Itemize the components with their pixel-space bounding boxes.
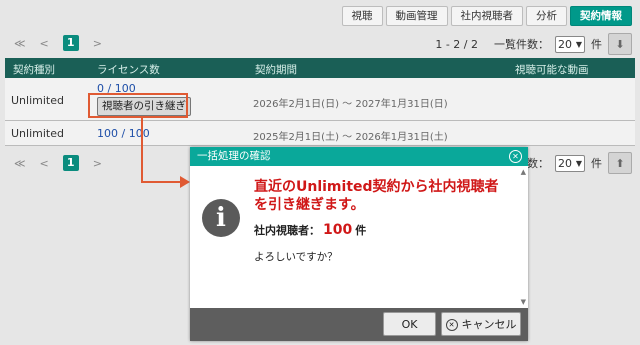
page-info-top: 1 - 2 / 2 一覧件数： 20 ▼ 件 ⬇ <box>435 33 632 55</box>
dialog-question: よろしいですか？ <box>254 251 338 263</box>
pager-next-button[interactable]: > <box>93 37 102 50</box>
contract-period: 2025年2月1日(土) ～ 2026年1月31日(土) <box>253 132 448 143</box>
contract-type: Unlimited <box>11 127 64 140</box>
cancel-icon: ✕ <box>445 319 458 331</box>
tab-analytics[interactable]: 分析 <box>526 6 567 26</box>
callout-line-horizontal <box>141 181 181 183</box>
dialog-headline: 直近のUnlimited契約から社内視聴者を引き継ぎます。 <box>254 179 499 213</box>
per-page-value: 20 <box>558 37 572 51</box>
table-header: 契約種別 ライセンス数 契約期間 視聴可能な動画 <box>5 58 635 78</box>
pager-first-button[interactable]: ≪ <box>14 37 26 50</box>
pager-next-button[interactable]: > <box>93 157 102 170</box>
callout-arrow-icon <box>180 176 190 188</box>
tab-view[interactable]: 視聴 <box>341 6 383 26</box>
tab-contract-info[interactable]: 契約情報 <box>570 6 632 26</box>
contract-type: Unlimited <box>11 94 64 107</box>
info-icon: i <box>202 199 240 237</box>
pager-first-button[interactable]: ≪ <box>14 157 26 170</box>
viewer-count-label: 社内視聴者： <box>254 224 320 237</box>
cancel-label: キャンセル <box>461 318 517 331</box>
contract-period: 2026年2月1日(日) ～ 2027年1月31日(日) <box>253 99 448 110</box>
pager-prev-button[interactable]: < <box>40 157 49 170</box>
viewer-count-line: 社内視聴者： 100 件 <box>254 222 366 238</box>
dialog-footer: OK ✕ キャンセル <box>190 308 528 341</box>
arrow-down-icon[interactable]: ⬇ <box>608 33 632 55</box>
per-page-label: 一覧件数： <box>494 38 549 51</box>
scroll-down-icon[interactable]: ▼ <box>521 298 526 306</box>
dialog-titlebar: 一括処理の確認 ✕ <box>190 147 528 166</box>
pager-page-1[interactable]: 1 <box>62 35 79 51</box>
col-period: 契約期間 <box>255 64 297 76</box>
viewer-count-unit: 件 <box>355 224 367 237</box>
per-page-unit: 件 <box>591 157 602 170</box>
per-page-unit: 件 <box>591 38 602 51</box>
scroll-up-icon[interactable]: ▲ <box>521 168 526 176</box>
col-viewable-videos: 視聴可能な動画 <box>515 64 589 76</box>
ok-button[interactable]: OK <box>383 312 436 336</box>
per-page-select[interactable]: 20 ▼ <box>555 35 585 53</box>
chevron-down-icon: ▼ <box>575 39 582 49</box>
result-range: 1 - 2 / 2 <box>435 37 478 51</box>
top-tab-bar: 視聴 動画管理 社内視聴者 分析 契約情報 <box>341 6 632 26</box>
col-contract-type: 契約種別 <box>13 64 55 76</box>
close-icon[interactable]: ✕ <box>509 150 522 163</box>
chevron-down-icon: ▼ <box>575 158 582 168</box>
confirm-dialog: 一括処理の確認 ✕ i 直近のUnlimited契約から社内視聴者を引き継ぎます… <box>190 147 528 341</box>
per-page-select[interactable]: 20 ▼ <box>555 154 585 172</box>
table-row: Unlimited 100 / 100 2025年2月1日(土) ～ 2026年… <box>5 121 635 146</box>
dialog-title: 一括処理の確認 <box>197 150 271 162</box>
pager-top: ≪ < 1 > <box>14 35 102 51</box>
viewer-count-value: 100 <box>323 222 353 238</box>
tab-video-management[interactable]: 動画管理 <box>385 6 448 26</box>
callout-line-vertical <box>141 118 143 183</box>
per-page-value: 20 <box>558 156 572 170</box>
arrow-up-icon[interactable]: ⬆ <box>608 152 632 174</box>
pager-bottom: ≪ < 1 > <box>14 155 102 171</box>
pager-prev-button[interactable]: < <box>40 37 49 50</box>
dialog-body: i 直近のUnlimited契約から社内視聴者を引き継ぎます。 社内視聴者： 10… <box>190 166 528 308</box>
cancel-button[interactable]: ✕ キャンセル <box>441 312 521 336</box>
tab-internal-viewers[interactable]: 社内視聴者 <box>450 6 523 26</box>
pager-page-1[interactable]: 1 <box>62 155 79 171</box>
callout-highlight <box>88 93 188 118</box>
col-licenses: ライセンス数 <box>97 64 160 76</box>
